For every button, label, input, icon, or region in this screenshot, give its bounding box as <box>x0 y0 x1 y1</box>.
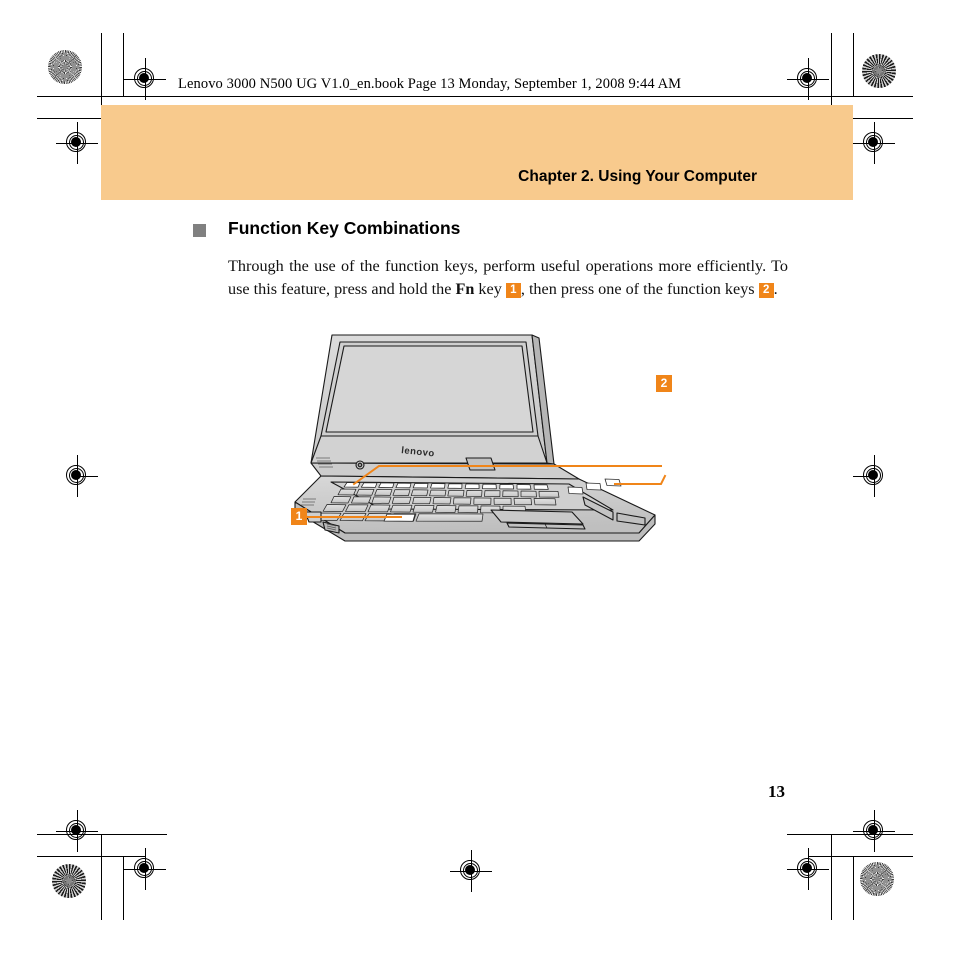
page-number: 13 <box>768 782 785 801</box>
registration-target-icon-left-middle <box>56 455 98 497</box>
crop-mark-top-right-v2 <box>853 33 854 96</box>
registration-target-icon-top-right-lower <box>853 122 895 164</box>
section-heading: Function Key Combinations <box>228 218 461 238</box>
registration-target-icon-bottom-right-lower <box>787 848 829 890</box>
print-rosette-icon-bottom-right <box>860 862 894 896</box>
inline-badge-1: 1 <box>505 282 521 298</box>
print-rosette-icon-bottom-left <box>52 864 86 898</box>
book-header-rule <box>37 96 913 97</box>
paragraph-part-2: key <box>474 279 506 298</box>
registration-target-icon-bottom-right-upper <box>853 810 895 852</box>
paragraph-part-3: , then press one of the function keys <box>520 279 759 298</box>
registration-target-icon-top-right-upper <box>787 58 829 100</box>
book-header-text: Lenovo 3000 N500 UG V1.0_en.book Page 13… <box>178 76 682 92</box>
registration-target-icon-bottom-left-lower <box>124 848 166 890</box>
square-bullet-icon <box>193 224 206 237</box>
registration-target-icon-right-middle <box>853 455 895 497</box>
lenovo-notebook-illustration: lenovo <box>283 332 683 542</box>
callout-badge-1: 1 <box>291 508 307 525</box>
paragraph-part-4: . <box>773 279 778 298</box>
registration-target-icon-bottom-center <box>450 850 492 892</box>
print-rosette-icon-top-left <box>48 50 82 84</box>
page-canvas: Lenovo 3000 N500 UG V1.0_en.book Page 13… <box>0 0 954 954</box>
registration-target-icon-top-left-upper <box>124 58 166 100</box>
chapter-banner: Chapter 2. Using Your Computer <box>101 105 853 200</box>
callout-badge-2: 2 <box>656 375 672 392</box>
registration-target-icon-top-left-lower <box>56 122 98 164</box>
body-paragraph: Through the use of the function keys, pe… <box>228 255 788 300</box>
fn-key-term: Fn <box>455 279 475 298</box>
inline-badge-2: 2 <box>758 282 774 298</box>
chapter-title: Chapter 2. Using Your Computer <box>518 168 757 185</box>
crop-mark-bottom-right-v1 <box>831 834 832 920</box>
callout-line-2b <box>614 474 667 485</box>
crop-mark-bottom-right-v2 <box>853 856 854 920</box>
print-rosette-icon-top-right <box>862 54 896 88</box>
crop-mark-bottom-left-v1 <box>101 834 102 920</box>
registration-target-icon-bottom-left-upper <box>56 810 98 852</box>
